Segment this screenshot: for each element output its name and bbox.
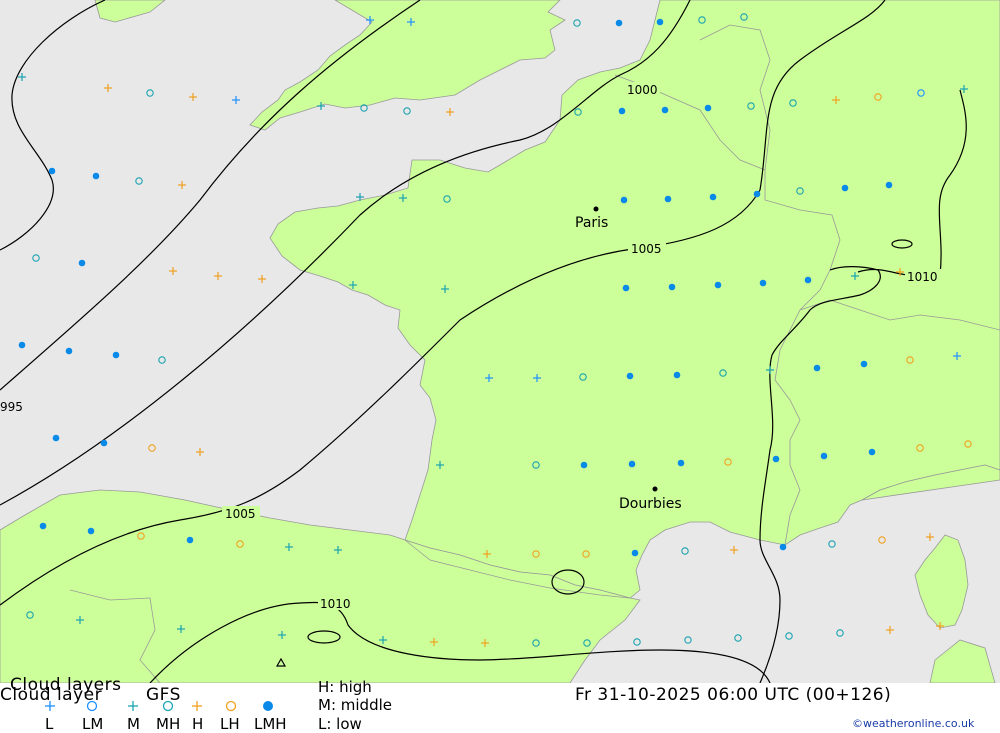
legend-symbol-h (192, 701, 202, 711)
city-label-dourbies: Dourbies (619, 496, 682, 512)
isobar-label: 995 (0, 400, 23, 414)
cloud-dot-symbol (664, 195, 672, 203)
cloud-dot-symbol (92, 172, 100, 180)
legend-label-lmh: LMH (254, 715, 287, 733)
cloud-dot-symbol (52, 434, 60, 442)
legend-label-h: H (192, 715, 204, 733)
cloud-dot-symbol (813, 364, 821, 372)
isobar-label: 1010 (907, 270, 938, 284)
cloud-dot-symbol (709, 193, 717, 201)
cloud-dot-symbol (186, 536, 194, 544)
isobar-label: 1005 (631, 242, 662, 256)
legend-label-l: L (45, 715, 54, 733)
legend-label-lm: LM (82, 715, 104, 733)
key-middle: M: middle (318, 696, 392, 714)
legend-symbols (45, 700, 273, 712)
legend-symbol-lmh (263, 701, 273, 711)
cloud-dot-symbol (841, 184, 849, 192)
cloud-dot-symbol (618, 107, 626, 115)
credit-link[interactable]: ©weatheronline.co.uk (852, 717, 974, 730)
cloud-dot-symbol (860, 360, 868, 368)
cloud-dot-symbol (868, 448, 876, 456)
isobar-label: 1010 (320, 597, 351, 611)
cloud-dot-symbol (580, 461, 588, 469)
forecast-datetime: Fr 31-10-2025 06:00 UTC (00+126) (575, 685, 892, 705)
city-marker (593, 206, 599, 212)
cloud-dot-symbol (759, 279, 767, 287)
cloud-dot-symbol (661, 106, 669, 114)
cloud-dot-symbol (615, 19, 623, 27)
isobar-label: 1005 (225, 507, 256, 521)
legend-symbol-mh (162, 700, 174, 712)
cloud-dot-symbol (704, 104, 712, 112)
cloud-dot-symbol (18, 341, 26, 349)
key-low: L: low (318, 715, 362, 733)
legend-symbol-m (128, 701, 138, 711)
cloud-dot-symbol (620, 196, 628, 204)
key-high: H: high (318, 678, 372, 696)
cloud-dot-symbol (714, 281, 722, 289)
legend-symbol-l (45, 701, 55, 711)
city-marker (652, 486, 658, 492)
cloud-dot-symbol (668, 283, 676, 291)
cloud-dot-symbol (65, 347, 73, 355)
legend-symbol-lh (225, 700, 237, 712)
cloud-dot-symbol (112, 351, 120, 359)
cloud-dot-symbol (885, 181, 893, 189)
cloud-dot-symbol (631, 549, 639, 557)
cloud-dot-symbol (772, 455, 780, 463)
legend-footer: Cloud layers Cloud layer GFS L LM M MH H… (0, 675, 1000, 733)
cloud-dot-symbol (820, 452, 828, 460)
cloud-dot-symbol (622, 284, 630, 292)
cloud-dot-symbol (628, 460, 636, 468)
cloud-dot-symbol (673, 371, 681, 379)
cloud-dot-symbol (48, 167, 56, 175)
cloud-dot-symbol (78, 259, 86, 267)
cloud-dot-symbol (779, 543, 787, 551)
cloud-dot-symbol (626, 372, 634, 380)
cloud-dot-symbol (87, 527, 95, 535)
cloud-dot-symbol (677, 459, 685, 467)
cloud-dot-symbol (804, 276, 812, 284)
cloud-dot-symbol (39, 522, 47, 530)
city-label-paris: Paris (575, 215, 608, 231)
isobar-label: 1000 (627, 83, 658, 97)
cloud-dot-symbol (753, 190, 761, 198)
legend-symbol-lm (86, 700, 98, 712)
cloud-dot-symbol (656, 18, 664, 26)
legend-label-m: M (127, 715, 140, 733)
cloud-layers-map: 1000 1005 1005 1010 1010 995 Paris Dourb… (0, 0, 1000, 683)
legend-label-mh: MH (156, 715, 181, 733)
cloud-dot-symbol (100, 439, 108, 447)
legend-label-lh: LH (220, 715, 240, 733)
